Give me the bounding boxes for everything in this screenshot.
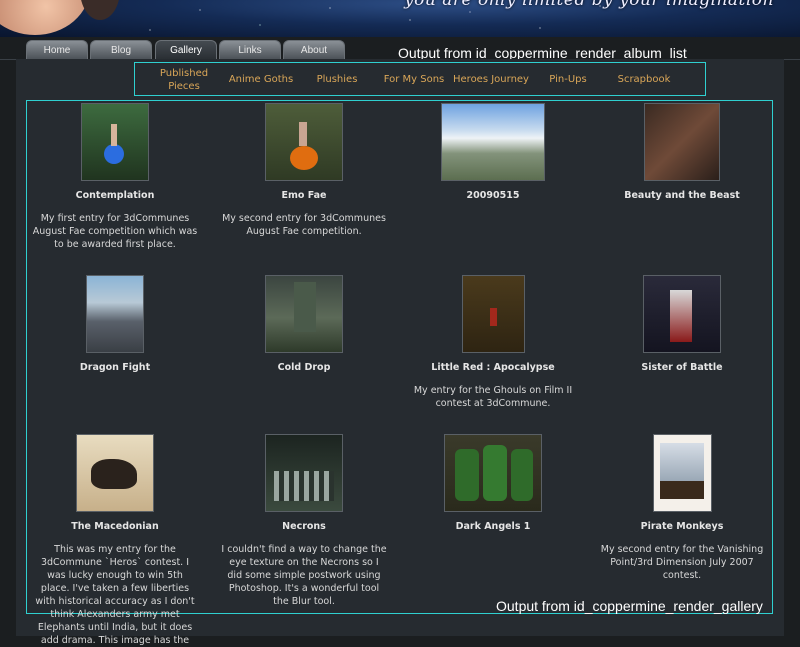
item-description: I couldn't find a way to change the eye … xyxy=(221,544,387,607)
gallery-item-20090515: 20090515 xyxy=(408,103,578,212)
tab-gallery[interactable]: Gallery xyxy=(155,40,217,59)
space-marines-image-icon[interactable] xyxy=(444,434,542,512)
spaceship-image-icon[interactable] xyxy=(265,275,343,353)
item-description: My entry for the Ghouls on Film II conte… xyxy=(413,385,573,409)
item-title[interactable]: Beauty and the Beast xyxy=(597,190,767,202)
robots-image-icon[interactable] xyxy=(265,434,343,512)
gallery-item-little-red-apocalypse: Little Red : Apocalypse My entry for the… xyxy=(408,275,578,410)
dragon-image-icon[interactable] xyxy=(86,275,144,353)
beast-image-icon[interactable] xyxy=(644,103,720,181)
pirate-ship-image-icon[interactable] xyxy=(652,434,712,512)
gallery-item-emo-fae: Emo Fae My second entry for 3dCommunes A… xyxy=(219,103,389,238)
site-tagline: you are only limited by your imagination xyxy=(404,0,774,10)
gallery-item-beauty-and-the-beast: Beauty and the Beast xyxy=(597,103,767,212)
warrior-image-icon[interactable] xyxy=(643,275,721,353)
item-description: My first entry for 3dCommunes August Fae… xyxy=(32,213,198,250)
gallery-item-sister-of-battle: Sister of Battle xyxy=(597,275,767,384)
poster-image-icon[interactable] xyxy=(461,275,525,353)
album-link-published-pieces[interactable]: Published Pieces xyxy=(144,67,224,93)
item-title[interactable]: Necrons xyxy=(219,521,389,533)
item-title[interactable]: Emo Fae xyxy=(219,190,389,202)
item-title[interactable]: 20090515 xyxy=(408,190,578,202)
gallery-annotation: Output from id_coppermine_render_gallery xyxy=(496,598,763,614)
item-description: This was my entry for the 3dCommune `Her… xyxy=(35,544,195,646)
album-link-plushies[interactable]: Plushies xyxy=(297,73,377,86)
mountain-landscape-image-icon[interactable] xyxy=(441,103,545,181)
tab-about[interactable]: About xyxy=(283,40,345,59)
gallery-item-cold-drop: Cold Drop xyxy=(219,275,389,384)
fairy-image-icon[interactable] xyxy=(81,103,149,181)
item-description: My second entry for the Vanishing Point/… xyxy=(600,544,764,581)
main-nav: Home Blog Gallery Links About Output fro… xyxy=(0,37,800,61)
gallery-item-dark-angels-1: Dark Angels 1 xyxy=(408,434,578,543)
gallery-item-pirate-monkeys: Pirate Monkeys My second entry for the V… xyxy=(597,434,767,582)
gallery-item-dragon-fight: Dragon Fight xyxy=(30,275,200,384)
album-link-scrapbook[interactable]: Scrapbook xyxy=(604,73,684,86)
item-title[interactable]: Dark Angels 1 xyxy=(408,521,578,533)
tab-home[interactable]: Home xyxy=(26,40,88,59)
gallery-item-the-macedonian: The Macedonian This was my entry for the… xyxy=(30,434,200,647)
item-title[interactable]: Sister of Battle xyxy=(597,362,767,374)
item-title[interactable]: Pirate Monkeys xyxy=(597,521,767,533)
album-link-pin-ups[interactable]: Pin-Ups xyxy=(528,73,608,86)
tab-links[interactable]: Links xyxy=(219,40,281,59)
album-link-heroes-journey[interactable]: Heroes Journey xyxy=(451,73,531,86)
item-title[interactable]: Little Red : Apocalypse xyxy=(408,362,578,374)
pumpkin-fae-image-icon[interactable] xyxy=(265,103,343,181)
item-title[interactable]: Cold Drop xyxy=(219,362,389,374)
gallery-item-contemplation: Contemplation My first entry for 3dCommu… xyxy=(30,103,200,251)
horse-rider-image-icon[interactable] xyxy=(76,434,154,512)
tab-blog[interactable]: Blog xyxy=(90,40,152,59)
item-title[interactable]: The Macedonian xyxy=(30,521,200,533)
album-link-anime-goths[interactable]: Anime Goths xyxy=(221,73,301,86)
header-banner: you are only limited by your imagination xyxy=(0,0,800,37)
item-description: My second entry for 3dCommunes August Fa… xyxy=(222,213,386,237)
album-link-for-my-sons[interactable]: For My Sons xyxy=(374,73,454,86)
item-title[interactable]: Contemplation xyxy=(30,190,200,202)
item-title[interactable]: Dragon Fight xyxy=(30,362,200,374)
gallery-item-necrons: Necrons I couldn't find a way to change … xyxy=(219,434,389,608)
